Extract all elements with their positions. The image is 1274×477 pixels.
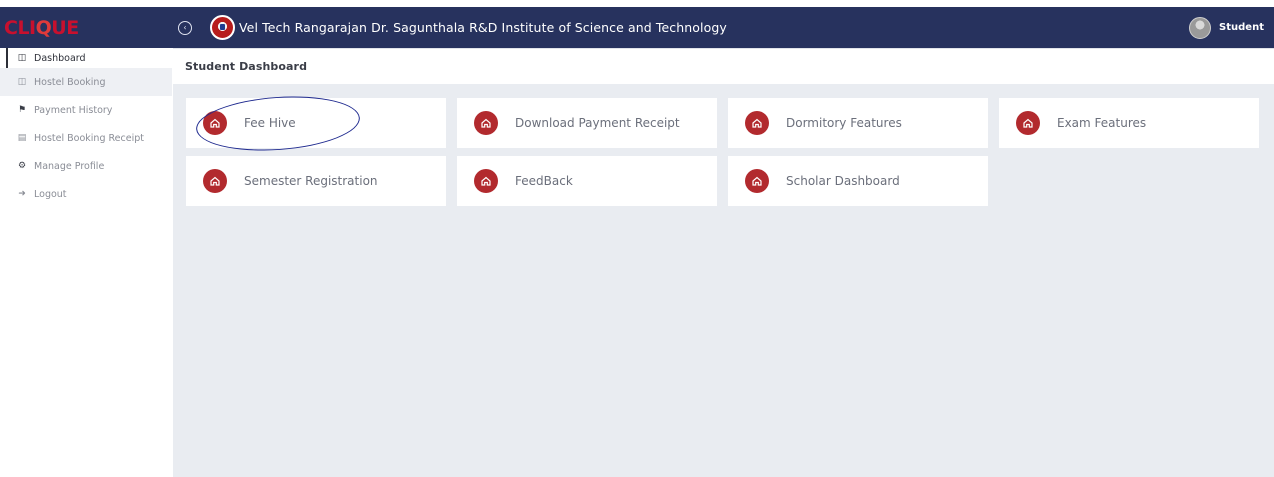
credit-card-icon: ▤ — [17, 133, 27, 143]
card-semester-registration[interactable]: Semester Registration — [186, 156, 446, 206]
sidebar-item-hostel-booking[interactable]: ◫ Hostel Booking — [0, 68, 172, 96]
menu-toggle-icon[interactable]: ‹ — [178, 20, 192, 35]
card-download-payment-receipt[interactable]: Download Payment Receipt — [457, 98, 717, 148]
card-label: Exam Features — [1057, 116, 1147, 130]
logo-text: CLI — [4, 16, 36, 39]
top-navbar: CLI Q UE ‹ Vel Tech Rangarajan Dr. Sagunth… — [0, 7, 1274, 48]
sign-out-icon: ➜ — [18, 189, 26, 199]
sidebar-item-hostel-booking-receipt[interactable]: ▤ Hostel Booking Receipt — [0, 124, 172, 152]
sidebar-item-label: Logout — [34, 188, 67, 200]
card-label: Download Payment Receipt — [515, 116, 680, 130]
card-fee-hive[interactable]: Fee Hive — [186, 98, 446, 148]
institution-name: Vel Tech Rangarajan Dr. Sagunthala R&D I… — [239, 20, 727, 35]
user-name[interactable]: Student — [1219, 22, 1264, 33]
dashboard-icon: ◫ — [17, 77, 27, 87]
app-logo[interactable]: CLI Q UE — [0, 7, 172, 48]
sidebar-item-dashboard[interactable]: ◫ Dashboard — [0, 48, 172, 68]
home-icon — [1016, 111, 1040, 135]
home-icon — [474, 111, 498, 135]
card-label: Fee Hive — [244, 116, 296, 130]
paypal-icon: ⚑ — [17, 105, 27, 115]
card-label: Scholar Dashboard — [786, 174, 900, 188]
card-label: Dormitory Features — [786, 116, 902, 130]
institution-emblem-icon — [210, 15, 235, 40]
avatar[interactable] — [1189, 16, 1212, 39]
sidebar-item-payment-history[interactable]: ⚑ Payment History — [0, 96, 172, 124]
sidebar-item-label: Payment History — [34, 104, 113, 116]
card-label: Semester Registration — [244, 174, 378, 188]
card-feedback[interactable]: FeedBack — [457, 156, 717, 206]
home-icon — [203, 111, 227, 135]
home-icon — [203, 169, 227, 193]
sidebar-item-label: Manage Profile — [34, 160, 105, 172]
sidebar-item-label: Hostel Booking Receipt — [34, 132, 144, 144]
user-menu[interactable]: Student — [1189, 7, 1264, 48]
card-dormitory-features[interactable]: Dormitory Features — [728, 98, 988, 148]
sidebar-item-label: Hostel Booking — [34, 76, 106, 88]
card-exam-features[interactable]: Exam Features — [999, 98, 1259, 148]
logo-text-tail: UE — [51, 16, 79, 39]
gears-icon: ⚙ — [17, 161, 27, 171]
sidebar-item-manage-profile[interactable]: ⚙ Manage Profile — [0, 152, 172, 180]
sidebar-item-logout[interactable]: ➜ Logout — [0, 180, 172, 208]
home-icon — [745, 169, 769, 193]
logo-glyph: Q — [35, 16, 52, 39]
card-label: FeedBack — [515, 174, 573, 188]
sidebar: ◫ Dashboard ◫ Hostel Booking ⚑ Payment H… — [0, 48, 172, 477]
dashboard-icon: ◫ — [17, 53, 27, 63]
home-icon — [474, 169, 498, 193]
card-scholar-dashboard[interactable]: Scholar Dashboard — [728, 156, 988, 206]
page-title: Student Dashboard — [173, 48, 1274, 84]
home-icon — [745, 111, 769, 135]
sidebar-item-label: Dashboard — [34, 52, 86, 64]
main-content: Student Dashboard Fee Hive Download Paym… — [173, 48, 1274, 477]
feature-cards: Fee Hive Download Payment Receipt Dormit… — [186, 98, 1259, 206]
